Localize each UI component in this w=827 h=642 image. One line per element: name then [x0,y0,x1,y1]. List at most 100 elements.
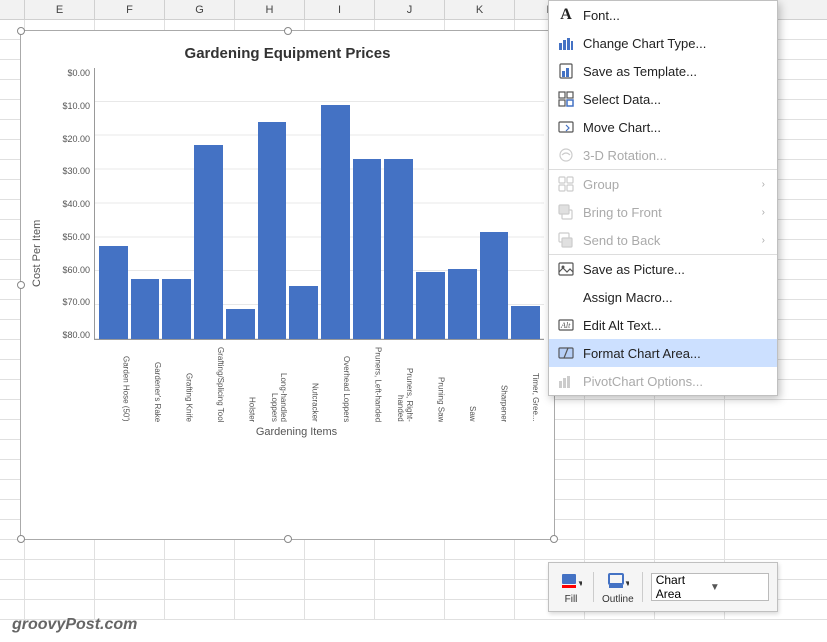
outline-button[interactable]: ▼ Outline [602,570,634,605]
grid-cell[interactable] [305,560,375,580]
grid-cell[interactable] [655,480,725,500]
grid-cell[interactable] [165,560,235,580]
grid-cell[interactable] [655,460,725,480]
grid-cell[interactable] [655,440,725,460]
grid-cell[interactable] [0,560,25,580]
bring-to-front-arrow-icon: › [762,207,765,218]
grid-cell[interactable] [25,560,95,580]
assign-macro-label: Assign Macro... [583,290,765,305]
grid-cell[interactable] [585,520,655,540]
bar-wrapper [226,72,255,339]
grid-cell[interactable] [655,540,725,560]
grid-cell[interactable] [585,460,655,480]
move-chart-label: Move Chart... [583,120,765,135]
grid-cell[interactable] [165,540,235,560]
menu-item-save-as-template[interactable]: Save as Template... [549,57,777,85]
y-axis-tick: $80.00 [49,330,90,340]
x-label: Pruners, Left-handed [354,342,383,422]
menu-item-bring-to-front: Bring to Front › [549,198,777,226]
chart-area-dropdown[interactable]: Chart Area ▼ [651,573,769,601]
resize-handle-bottom-right[interactable] [550,535,558,543]
grid-cell[interactable] [585,480,655,500]
bar-wrapper [384,72,413,339]
grid-cell[interactable] [585,500,655,520]
menu-item-select-data[interactable]: Select Data... [549,85,777,113]
bar [99,246,128,339]
grid-cell[interactable] [165,580,235,600]
grid-cell[interactable] [25,540,95,560]
send-to-back-arrow-icon: › [762,235,765,246]
resize-handle-left[interactable] [17,281,25,289]
menu-item-assign-macro[interactable]: Assign Macro... [549,283,777,311]
y-axis-and-bars: $80.00$70.00$60.00$50.00$40.00$30.00$20.… [49,68,544,340]
pivotchart-options-icon [557,372,575,390]
group-arrow-icon: › [762,179,765,190]
fill-button[interactable]: ▼ Fill [557,570,585,605]
grid-cell[interactable] [235,580,305,600]
grid-cell[interactable] [375,560,445,580]
toolbar-divider-2 [642,572,643,602]
grid-cell[interactable] [95,560,165,580]
grid-cell[interactable] [585,420,655,440]
menu-item-save-as-picture[interactable]: Save as Picture... [549,254,777,283]
grid-cell[interactable] [585,440,655,460]
grid-cell[interactable] [655,420,725,440]
bar-wrapper [289,72,318,339]
grid-cell[interactable] [655,520,725,540]
resize-handle-top[interactable] [284,27,292,35]
grid-cell[interactable] [445,600,515,620]
grid-cell[interactable] [235,560,305,580]
grid-cell[interactable] [0,540,25,560]
grid-cell[interactable] [445,540,515,560]
bar-wrapper [511,72,540,339]
grid-cell[interactable] [375,600,445,620]
grid-cell[interactable] [375,540,445,560]
grid-cell[interactable] [305,600,375,620]
bring-to-front-icon [557,203,575,221]
grid-cell[interactable] [235,600,305,620]
grid-row [0,540,827,560]
font-label: Font... [583,8,765,23]
x-label: Garden Hose (50') [102,342,131,422]
grid-cell[interactable] [0,580,25,600]
menu-item-change-chart-type[interactable]: Change Chart Type... [549,29,777,57]
grid-cell[interactable] [515,540,585,560]
grid-cell[interactable] [165,600,235,620]
grid-cell[interactable] [305,540,375,560]
bring-to-front-label: Bring to Front [583,205,754,220]
grid-cell[interactable] [375,580,445,600]
menu-item-format-chart-area[interactable]: Format Chart Area... [549,339,777,367]
grid-cell[interactable] [445,580,515,600]
grid-cell[interactable] [235,540,305,560]
change-chart-type-label: Change Chart Type... [583,36,765,51]
grid-cell[interactable] [95,540,165,560]
grid-cell[interactable] [445,560,515,580]
bar-wrapper [416,72,445,339]
menu-item-move-chart[interactable]: Move Chart... [549,113,777,141]
grid-cell[interactable] [585,540,655,560]
resize-handle-bottom[interactable] [284,535,292,543]
grid-cell[interactable] [305,580,375,600]
resize-handle-bottom-left[interactable] [17,535,25,543]
grid-cell[interactable] [585,400,655,420]
bar [226,309,255,339]
chart-container[interactable]: Gardening Equipment Prices Cost Per Item… [20,30,555,540]
dropdown-arrow-icon: ▼ [710,582,764,593]
bar [480,232,509,339]
x-label: Overhead Loppers [323,342,352,422]
grid-cell[interactable] [25,580,95,600]
bar [353,159,382,339]
grid-cell[interactable] [655,500,725,520]
y-axis-tick: $70.00 [49,297,90,307]
resize-handle-top-left[interactable] [17,27,25,35]
grid-cell[interactable] [655,400,725,420]
menu-item-edit-alt-text[interactable]: AltEdit Alt Text... [549,311,777,339]
save-as-picture-label: Save as Picture... [583,262,765,277]
grid-cell[interactable] [95,580,165,600]
bar-wrapper [194,72,223,339]
x-label: Holster [228,342,257,422]
y-axis-tick: $0.00 [49,68,90,78]
pivotchart-options-label: PivotChart Options... [583,374,765,389]
toolbar-divider [593,572,594,602]
menu-item-font[interactable]: AFont... [549,1,777,29]
